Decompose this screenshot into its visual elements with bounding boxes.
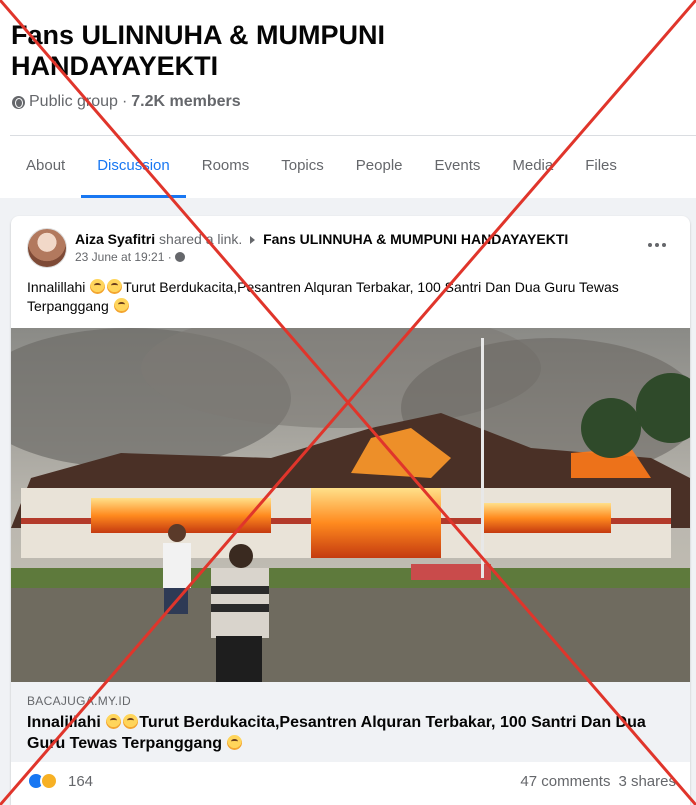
link-domain: BACAJUGA.MY.ID [27, 694, 132, 708]
crying-emoji-icon [107, 279, 123, 294]
post-timestamp[interactable]: 23 June at 19:21 · [75, 250, 172, 264]
tab-events[interactable]: Events [419, 136, 497, 198]
tab-media[interactable]: Media [496, 136, 569, 198]
crying-emoji-icon [227, 735, 243, 750]
shares-count[interactable]: 3 shares [618, 773, 676, 790]
dot-icon [648, 243, 652, 247]
group-tabs: About Discussion Rooms Topics People Eve… [10, 136, 633, 198]
tab-discussion[interactable]: Discussion [81, 136, 186, 198]
link-title-start: Innalillahi [27, 714, 101, 731]
comments-count[interactable]: 47 comments [520, 773, 610, 790]
crying-emoji-icon [123, 714, 139, 729]
post-text: Innalillahi Turut Berdukacita,Pesantren … [27, 278, 677, 316]
tab-about[interactable]: About [10, 136, 81, 198]
group-meta: Public group · 7.2K members [12, 93, 241, 111]
post-stats: 47 comments 3 shares [520, 773, 676, 790]
sad-reaction-icon [40, 772, 58, 790]
privacy-label: Public group [29, 93, 118, 110]
post-target-group[interactable]: Fans ULINNUHA & MUMPUNI HANDAYAYEKTI [263, 231, 568, 247]
group-header: Fans ULINNUHA & MUMPUNI HANDAYAYEKTI Pub… [0, 0, 696, 198]
group-title[interactable]: Fans ULINNUHA & MUMPUNI HANDAYAYEKTI [11, 20, 531, 82]
meta-separator: · [121, 93, 128, 110]
member-count[interactable]: 7.2K members [131, 93, 240, 111]
tab-files[interactable]: Files [569, 136, 633, 198]
post-text-start: Innalillahi [27, 279, 86, 295]
globe-icon [12, 95, 25, 109]
link-title[interactable]: Innalillahi Turut Berdukacita,Pesantren … [27, 712, 677, 754]
link-preview[interactable]: BACAJUGA.MY.ID Innalillahi Turut Berduka… [11, 682, 690, 762]
post-card: Aiza Syafitri shared a link. Fans ULINNU… [11, 216, 690, 805]
dot-icon [655, 243, 659, 247]
crying-emoji-icon [90, 279, 106, 294]
post-photo[interactable] [11, 328, 690, 682]
globe-icon [174, 252, 185, 262]
tab-people[interactable]: People [340, 136, 419, 198]
post-time: 23 June at 19:21 · [75, 250, 185, 264]
post-author[interactable]: Aiza Syafitri [75, 231, 155, 247]
post-header: Aiza Syafitri shared a link. Fans ULINNU… [75, 230, 568, 248]
reactions-summary[interactable]: 164 [27, 772, 93, 790]
arrow-right-icon [250, 236, 256, 245]
crying-emoji-icon [106, 714, 122, 729]
dot-icon [662, 243, 666, 247]
burning-building-image [11, 328, 690, 682]
crying-emoji-icon [113, 298, 129, 313]
reaction-count: 164 [68, 772, 94, 790]
post-action: shared a link. [159, 231, 243, 247]
more-options-button[interactable] [645, 236, 669, 254]
avatar[interactable] [27, 228, 67, 268]
tab-topics[interactable]: Topics [265, 136, 340, 198]
tab-rooms[interactable]: Rooms [186, 136, 266, 198]
